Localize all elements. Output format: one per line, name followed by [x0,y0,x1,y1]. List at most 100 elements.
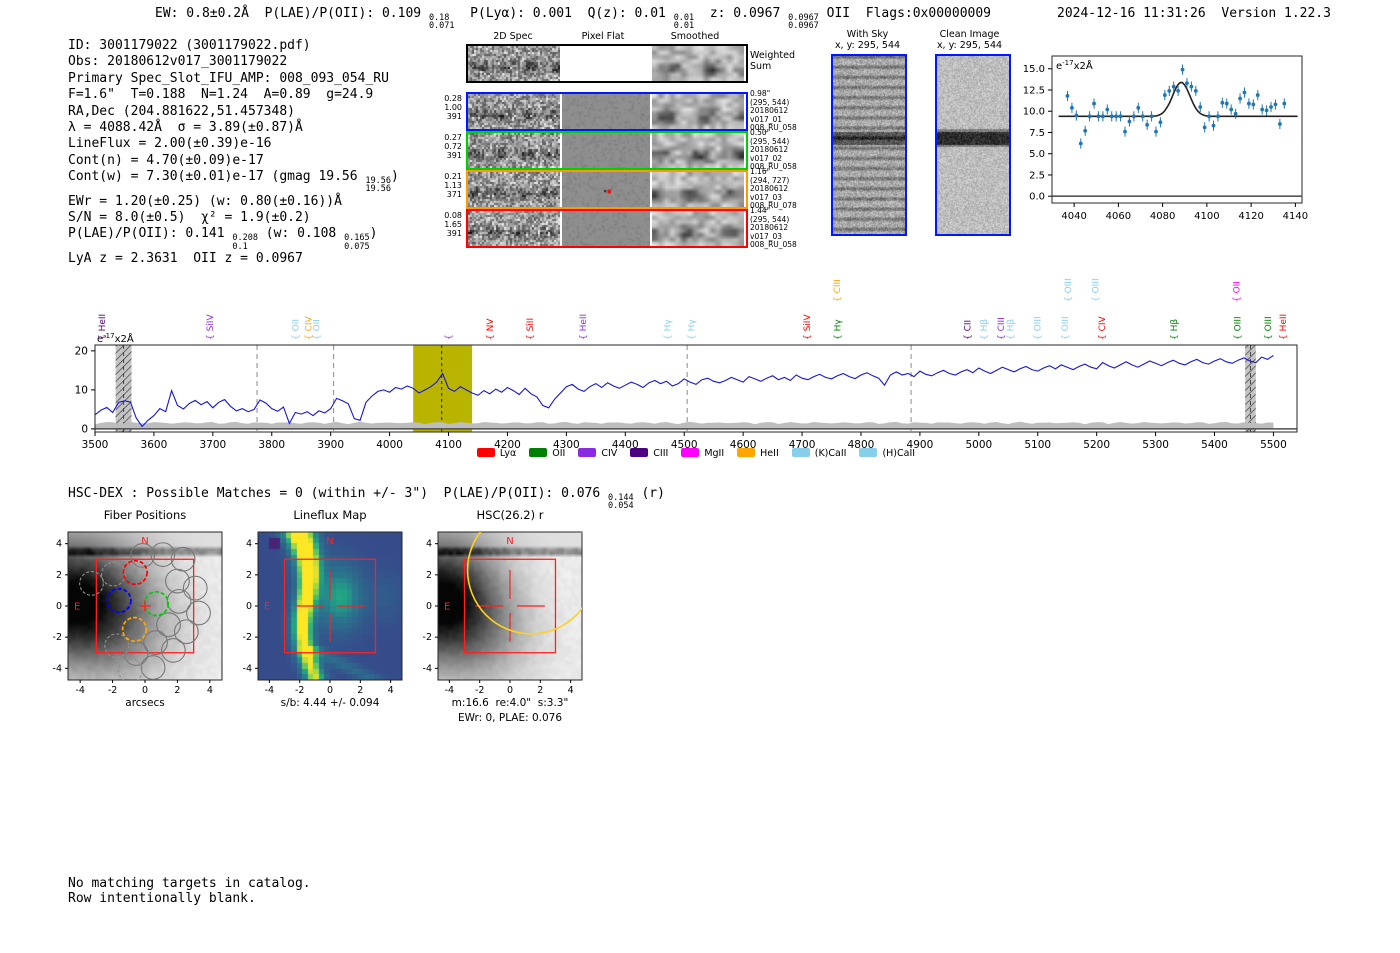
weighted-sum-label: Weighted Sum [750,50,795,72]
summary-header: EW: 0.8±0.2Å P(LAE)/P(OII): 0.109 0.18 0.… [155,6,991,32]
data-point [1092,101,1096,106]
line-marker: { SiIV [206,314,216,340]
panel-caption-sb: s/b: 4.44 +/- 0.094 [280,697,380,709]
fiber-positions-image [68,532,222,680]
pixel-flat-image [562,211,650,246]
line-marker: { OIII [1064,278,1074,302]
line-marker: { OIII [1233,316,1243,340]
line-marker: { HeII [579,314,589,340]
legend-item: (H)CaII [859,448,915,459]
y-tick-label: -2 [423,632,432,643]
data-point [1070,105,1074,110]
legend-swatch [737,448,756,457]
text-segment: Cont(w) = 7.30(±0.01)e-17 (gmag 19.56 [68,169,366,185]
y-tick-label: 7.5 [1029,128,1045,139]
cutout-row-right-labels: 1.44" (295, 544) 20180612 v017_03 008_RU_058 [750,206,797,250]
x-tick-label: 4040 [1061,211,1086,222]
legend-swatch [791,448,810,457]
pixel-flat-image [562,94,650,129]
hsc-dex-match-line: HSC-DEX : Possible Matches = 0 (within +… [68,486,665,512]
2d-spec-image [468,94,560,129]
y-tick-label: 2 [426,570,432,581]
text-segment: (w: 0.108 [257,226,345,242]
cutout-row [466,131,748,170]
line-marker: { Hγ [833,319,843,340]
y-tick-label: 2.5 [1029,170,1045,181]
line-marker: { OIII [1091,278,1101,302]
line-marker: { Hβ [980,319,990,340]
text-segment: λ = 4088.42Å σ = 3.89(±0.87)Å [68,120,303,136]
info-line: RA,Dec (204.881622,51.457348) [68,104,399,120]
stacked-uncertainty: 0.144 0.054 [608,493,634,512]
y-tick-label: 15.0 [1023,64,1045,75]
footer-note-2: Row intentionally blank. [68,891,256,906]
data-point [1202,125,1207,130]
data-point [1233,111,1238,116]
legend-swatch [630,448,649,457]
y-tick-label: -4 [243,663,252,674]
text-segment: EW: 0.8±0.2Å P(LAE)/P(OII): 0.109 [155,6,429,21]
text-segment: P(Lyα): 0.001 Q(z): 0.01 [454,6,674,21]
line-marker: { HeII [98,314,108,340]
legend-label: Lyα [499,448,517,459]
x-tick-label: -2 [108,685,117,696]
col-header-smoothed: Smoothed [670,31,720,42]
info-line: EWr = 1.20(±0.25) (w: 0.80(±0.16))Å [68,194,399,210]
legend-swatch [681,448,700,457]
data-point [1158,120,1163,125]
2d-spec-image [468,46,560,81]
x-tick-label: 4120 [1238,211,1263,222]
data-point [1211,123,1216,128]
legend-label: HeII [760,448,779,459]
cutout-row-left-labels: 0.21 1.13 371 [444,172,462,199]
data-point [1282,101,1287,106]
y-tick-label: 4 [426,539,432,550]
hsc-r-image [438,532,582,680]
data-point [1189,84,1194,89]
x-tick-label: -2 [475,685,484,696]
line-marker: { Hβ [1170,319,1180,340]
text-segment: OII Flags:0x00000009 [818,6,991,21]
info-line: λ = 4088.42Å σ = 3.89(±0.87)Å [68,120,399,136]
smoothed-image [652,133,744,168]
y-tick-label: -2 [243,632,252,643]
line-marker: { Hγ [687,319,697,340]
lineflux-map-image [258,532,402,680]
y-tick-label: 5.0 [1029,149,1045,160]
detection-info-block: ID: 3001179022 (3001179022.pdf) Obs: 2018… [68,38,399,267]
smoothed-image [652,211,744,246]
legend-label: CIII [653,448,669,459]
data-point [1255,93,1260,97]
text-segment: ) [391,169,399,185]
text-segment: Cont(n) = 4.70(±0.09)e-17 [68,152,264,168]
legend-label: CIV [601,448,618,459]
legend-swatch [859,448,878,457]
x-tick-label: 4 [207,685,213,696]
text-segment: RA,Dec (204.881622,51.457348) [68,103,295,119]
y-tick-label: 0 [246,601,252,612]
full-spectrum-plot: 3500 3600 3700 3800 3900 4000 4100 4200 4300 4400… [75,278,1298,451]
text-segment: Obs: 20180612v017_3001179022 [68,54,288,70]
smoothed-image [652,46,744,81]
x-tick-label: 2 [537,685,543,696]
y-tick-label: -4 [423,663,432,674]
cutout-row-left-labels: 0.27 0.72 391 [444,133,462,160]
line-marker: { Hβ [1007,319,1017,340]
cutout-row-weighted [466,44,748,83]
line-marker: { OII [313,319,323,340]
data-point [1149,114,1154,119]
y-tick-label: 4 [56,539,62,550]
clean-image-label: Clean Image [939,29,1000,40]
data-point [1123,129,1127,134]
cutout-row-left-labels: 0.08 1.65 391 [444,211,462,238]
stacked-uncertainty: 0.0967 0.0967 [788,13,819,32]
x-tick-label: 0 [507,685,513,696]
text-segment: S/N = 8.0(±0.5) χ² = 1.9(±0.2) [68,210,311,226]
data-point [1224,101,1229,106]
data-point [1096,114,1101,119]
legend-label: MgII [704,448,725,459]
y-tick-label: 12.5 [1023,85,1045,96]
data-point [1220,100,1225,105]
x-tick-label: 0 [327,685,333,696]
x-tick-label: 2 [174,685,180,696]
